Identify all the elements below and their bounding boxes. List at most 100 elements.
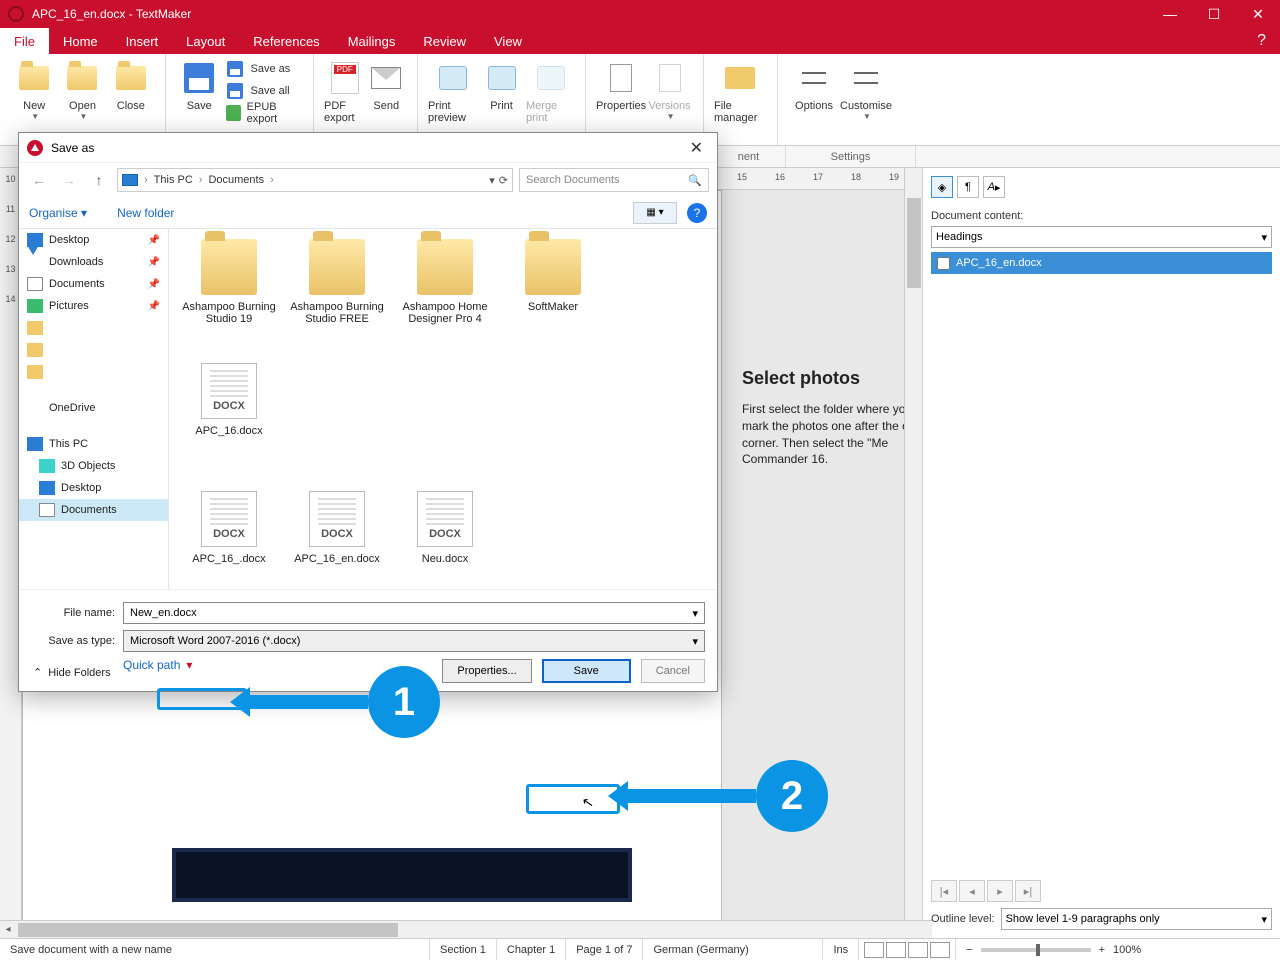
new-folder-button[interactable]: New folder xyxy=(117,206,174,220)
side-desktop[interactable]: Desktop📌 xyxy=(19,229,168,251)
side-recent2[interactable] xyxy=(19,339,168,361)
nav-last-button[interactable]: ▸| xyxy=(1015,880,1041,902)
savetype-select[interactable]: Microsoft Word 2007-2016 (*.docx)▾ xyxy=(123,630,705,652)
file-item[interactable]: APC_16_.docx xyxy=(175,491,283,589)
breadcrumb-dropdown-icon[interactable]: ▾ xyxy=(489,174,495,187)
breadcrumb-bar[interactable]: › This PC › Documents › ▾⟳ xyxy=(117,168,513,192)
side-recent3[interactable] xyxy=(19,361,168,383)
maximize-button[interactable]: ☐ xyxy=(1192,0,1236,28)
menu-bar: File Home Insert Layout References Maili… xyxy=(0,28,1280,54)
sidebar-tab-nav-icon[interactable]: ◈ xyxy=(931,176,953,198)
save-as-button[interactable]: Save as xyxy=(226,58,303,80)
nav-back-button[interactable]: ← xyxy=(27,168,51,192)
file-item[interactable]: SoftMaker xyxy=(499,239,607,359)
dialog-title-bar: Save as ✕ xyxy=(19,133,717,163)
side-onedrive[interactable]: OneDrive xyxy=(19,397,168,419)
status-chapter: Chapter 1 xyxy=(497,939,566,960)
file-item[interactable]: Ashampoo Burning Studio FREE xyxy=(283,239,391,359)
nav-next-button[interactable]: ▸ xyxy=(987,880,1013,902)
zoom-slider[interactable] xyxy=(981,948,1091,952)
zoom-control[interactable]: − + 100% xyxy=(956,944,1151,956)
dialog-save-button[interactable]: Save xyxy=(542,659,631,683)
organise-button[interactable]: Organise ▾ xyxy=(29,206,87,220)
file-item[interactable]: Neu.docx xyxy=(391,491,499,589)
dialog-properties-button[interactable]: Properties... xyxy=(442,659,531,683)
options-button[interactable]: Options xyxy=(788,58,840,138)
customise-button[interactable]: Customise▼ xyxy=(840,58,892,138)
outline-level-label: Outline level: xyxy=(931,913,995,925)
side-thispc[interactable]: This PC xyxy=(19,433,168,455)
view-mode-4-icon[interactable] xyxy=(930,942,950,958)
properties-button[interactable]: Properties xyxy=(596,58,646,138)
sidebar-tab-char-icon[interactable]: A▸ xyxy=(983,176,1005,198)
open-button[interactable]: Open▼ xyxy=(58,58,106,138)
tab-review[interactable]: Review xyxy=(409,28,480,54)
search-icon[interactable]: 🔍 xyxy=(688,174,702,187)
document-content-label: Document content: xyxy=(931,210,1272,222)
dialog-search-input[interactable]: Search Documents 🔍 xyxy=(519,168,709,192)
zoom-out-icon[interactable]: − xyxy=(966,944,972,956)
help-button[interactable]: ? xyxy=(1243,28,1280,54)
status-language[interactable]: German (Germany) xyxy=(643,939,823,960)
print-preview-button[interactable]: Print preview xyxy=(428,58,477,138)
tab-mailings[interactable]: Mailings xyxy=(334,28,410,54)
view-mode-3-icon[interactable] xyxy=(908,942,928,958)
print-button[interactable]: Print xyxy=(477,58,526,138)
tab-insert[interactable]: Insert xyxy=(112,28,173,54)
dialog-cancel-button[interactable]: Cancel xyxy=(641,659,705,683)
dialog-file-list: Ashampoo Burning Studio 19 Ashampoo Burn… xyxy=(169,229,717,589)
file-item[interactable]: APC_16_en.docx xyxy=(283,491,391,589)
view-mode-1-icon[interactable] xyxy=(864,942,884,958)
view-mode-button[interactable]: ▦ ▾ xyxy=(633,202,677,224)
nav-prev-button[interactable]: ◂ xyxy=(959,880,985,902)
window-buttons: — ☐ ✕ xyxy=(1148,0,1280,28)
side-documents-selected[interactable]: Documents xyxy=(19,499,168,521)
close-doc-button[interactable]: Close xyxy=(107,58,155,138)
save-as-dialog: Save as ✕ ← → ↑ › This PC › Documents › … xyxy=(18,132,718,692)
vertical-scrollbar[interactable] xyxy=(904,168,922,938)
tab-file[interactable]: File xyxy=(0,28,49,54)
sidebar-tab-para-icon[interactable]: ¶ xyxy=(957,176,979,198)
side-recent1[interactable] xyxy=(19,317,168,339)
nav-up-button[interactable]: ↑ xyxy=(87,168,111,192)
dialog-close-button[interactable]: ✕ xyxy=(684,138,709,158)
side-desktop2[interactable]: Desktop xyxy=(19,477,168,499)
side-downloads[interactable]: Downloads📌 xyxy=(19,251,168,273)
pdf-export-button[interactable]: PDF export xyxy=(324,58,366,138)
close-button[interactable]: ✕ xyxy=(1236,0,1280,28)
file-item[interactable]: Ashampoo Burning Studio 19 xyxy=(175,239,283,359)
dialog-nav-bar: ← → ↑ › This PC › Documents › ▾⟳ Search … xyxy=(19,163,717,197)
title-bar: APC_16_en.docx - TextMaker — ☐ ✕ xyxy=(0,0,1280,28)
epub-export-button[interactable]: EPUB export xyxy=(226,102,303,124)
horizontal-scrollbar[interactable]: ◂ xyxy=(0,920,932,938)
file-item[interactable]: APC_16.docx xyxy=(175,363,283,483)
status-ins[interactable]: Ins xyxy=(823,939,859,960)
tab-home[interactable]: Home xyxy=(49,28,112,54)
tab-view[interactable]: View xyxy=(480,28,536,54)
headings-select[interactable]: Headings▾ xyxy=(931,226,1272,248)
save-all-button[interactable]: Save all xyxy=(226,80,303,102)
dialog-help-button[interactable]: ? xyxy=(687,203,707,223)
side-3dobjects[interactable]: 3D Objects xyxy=(19,455,168,477)
nav-first-button[interactable]: |◂ xyxy=(931,880,957,902)
file-manager-button[interactable]: File manager xyxy=(714,58,766,138)
outline-root-checkbox[interactable] xyxy=(937,257,950,270)
new-button[interactable]: New▼ xyxy=(10,58,58,138)
send-button[interactable]: Send xyxy=(366,58,408,138)
refresh-icon[interactable]: ⟳ xyxy=(499,174,508,187)
annotation-2: 2 xyxy=(626,760,828,832)
hide-folders-button[interactable]: ⌃Hide Folders xyxy=(33,666,111,679)
minimize-button[interactable]: — xyxy=(1148,0,1192,28)
side-pictures[interactable]: Pictures📌 xyxy=(19,295,168,317)
view-mode-2-icon[interactable] xyxy=(886,942,906,958)
outline-level-select[interactable]: Show level 1-9 paragraphs only▾ xyxy=(1001,908,1272,930)
tab-references[interactable]: References xyxy=(239,28,333,54)
side-documents[interactable]: Documents📌 xyxy=(19,273,168,295)
dialog-title: Save as xyxy=(51,141,94,155)
save-button[interactable]: Save xyxy=(176,58,222,138)
file-item[interactable]: Ashampoo Home Designer Pro 4 xyxy=(391,239,499,359)
outline-root-item[interactable]: APC_16_en.docx xyxy=(931,252,1272,274)
tab-layout[interactable]: Layout xyxy=(172,28,239,54)
zoom-in-icon[interactable]: + xyxy=(1099,944,1105,956)
filename-input[interactable]: New_en.docx▾ xyxy=(123,602,705,624)
